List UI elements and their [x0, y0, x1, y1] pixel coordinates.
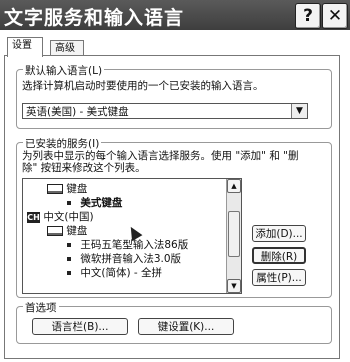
installed-services-description-line1: 为列表中显示的每个输入语言选择服务。使用 "添加" 和 "删 [22, 150, 299, 162]
bullet-icon [67, 271, 71, 275]
list-item-label: 美式键盘 [80, 197, 123, 209]
key-settings-button[interactable]: 键设置(K)... [138, 318, 234, 335]
list-item[interactable]: 王码五笔型输入法86版 [67, 239, 188, 251]
scroll-thumb[interactable] [228, 211, 240, 257]
installed-services-group-title: 已安装的服务(I) [23, 136, 102, 151]
default-language-group: 默认输入语言(L) [16, 63, 332, 129]
dropdown-arrow-icon[interactable]: ▼ [291, 104, 307, 118]
help-button[interactable]: ? [295, 3, 321, 29]
window-title: 文字服务和输入语言 [4, 7, 185, 29]
close-button[interactable]: ✕ [322, 3, 348, 29]
default-language-select[interactable]: 英语(美国) - 美式键盘 ▼ [22, 103, 308, 119]
scroll-up-icon[interactable]: ▲ [227, 179, 241, 193]
keyboard-icon [47, 226, 63, 236]
remove-button[interactable]: 删除(R) [252, 247, 306, 264]
list-item[interactable]: 美式键盘 [67, 197, 122, 209]
scroll-down-icon[interactable]: ▼ [227, 279, 241, 293]
tab-settings[interactable]: 设置 [7, 37, 43, 57]
language-bar-button[interactable]: 语言栏(B)... [32, 318, 128, 335]
list-item-label: 中文(简体) - 全拼 [80, 267, 163, 279]
language-badge-icon: CH [27, 211, 40, 223]
tab-advanced[interactable]: 高级 [50, 40, 84, 56]
list-item-label: 键盘 [66, 183, 88, 195]
properties-button[interactable]: 属性(P)... [252, 269, 306, 286]
list-scrollbar[interactable]: ▲ ▼ [226, 179, 241, 293]
default-language-description: 选择计算机启动时要使用的一个已安装的输入语言。 [22, 80, 264, 92]
installed-services-description-line2: 除" 按钮来修改这个列表。 [22, 162, 146, 174]
list-item-label: 键盘 [66, 225, 88, 237]
bullet-icon [67, 243, 71, 247]
default-language-group-title: 默认输入语言(L) [23, 63, 105, 78]
list-item-label: 中文(中国) [43, 211, 94, 223]
title-bar: 文字服务和输入语言 ? ✕ [0, 0, 350, 30]
list-item[interactable]: 键盘 [47, 183, 87, 195]
list-item-label: 王码五笔型输入法86版 [80, 239, 189, 251]
preferences-group-title: 首选项 [23, 300, 59, 315]
add-button[interactable]: 添加(D)... [252, 225, 306, 242]
list-item[interactable]: 中文(简体) - 全拼 [67, 267, 162, 279]
list-item[interactable]: CH 中文(中国) [27, 211, 94, 223]
list-item-label: 微软拼音输入法3.0版 [80, 253, 182, 265]
list-item[interactable]: 键盘 [47, 225, 87, 237]
bullet-icon [67, 257, 71, 261]
keyboard-icon [47, 184, 63, 194]
default-language-value: 英语(美国) - 美式键盘 [26, 106, 129, 118]
list-item[interactable]: 微软拼音输入法3.0版 [67, 253, 181, 265]
bullet-icon [67, 201, 71, 205]
